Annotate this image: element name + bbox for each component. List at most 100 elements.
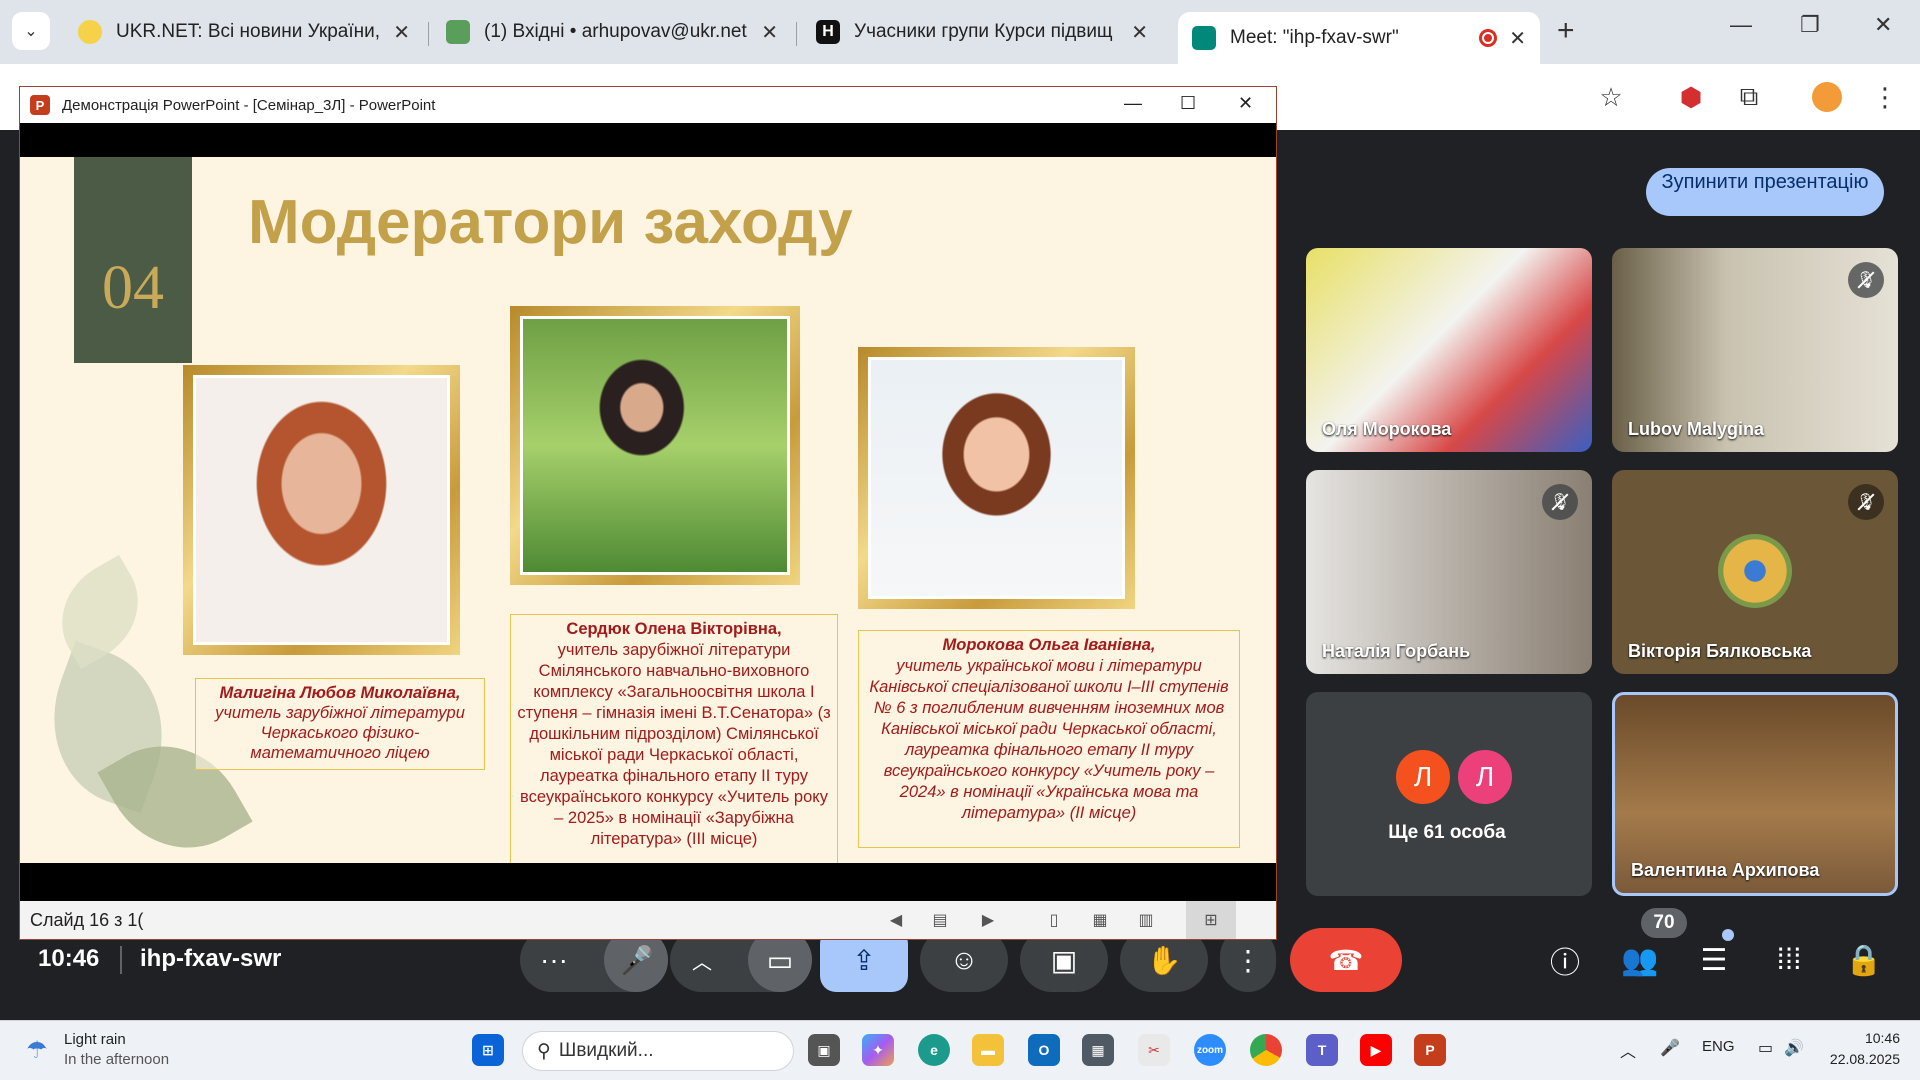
host-controls-icon[interactable]: 🔒 (1844, 940, 1884, 980)
meet-favicon-icon (1192, 26, 1216, 50)
taskbar-date[interactable]: 22.08.2025 (1818, 1051, 1900, 1067)
bookmark-star-icon[interactable]: ☆ (1596, 82, 1626, 112)
more-vert-icon: ⋮ (1234, 944, 1262, 976)
ukrnet-favicon-icon (78, 20, 102, 44)
extensions-puzzle-icon[interactable]: ⧉ (1734, 81, 1764, 112)
copilot-icon[interactable]: ✦ (862, 1034, 894, 1066)
tab-title: Учасники групи Курси підвищ (854, 21, 1113, 42)
camera-icon: ▭ (766, 944, 794, 976)
browser-menu-icon[interactable]: ⋮ (1870, 82, 1900, 112)
slideshow-view-icon[interactable]: ⊞ (1186, 901, 1236, 939)
avatar: Л (1456, 748, 1514, 806)
maximize-button[interactable]: ☐ (1180, 93, 1196, 114)
participant-name: Наталія Горбань (1322, 641, 1471, 661)
normal-view-icon[interactable]: ▯ (1044, 911, 1064, 929)
participant-name: Валентина Архипова (1631, 860, 1820, 880)
more-participants-avatars: Л Л (1394, 748, 1518, 806)
activities-icon[interactable]: ⁞⁞⁞ (1769, 940, 1809, 980)
window-title: Демонстрація PowerPoint - [Семінар_3Л] -… (62, 96, 436, 114)
calculator-icon[interactable]: ▦ (1082, 1034, 1114, 1066)
tab-title: UKR.NET: Всі новини України, с (116, 21, 382, 42)
moderator-photo-frame (183, 365, 460, 655)
close-tab-icon[interactable]: ✕ (761, 20, 778, 45)
video-options-chevron-icon[interactable]: ︿ (692, 946, 712, 975)
divider (120, 946, 122, 974)
search-placeholder: Швидкий... (558, 1040, 654, 1061)
participant-tile[interactable]: 🎙 Наталія Горбань (1306, 470, 1592, 674)
show-hidden-icons-chevron-icon[interactable]: ︿ (1620, 1038, 1636, 1062)
file-explorer-icon[interactable]: ▬ (972, 1034, 1004, 1066)
tab-title: Meet: "ihp-fxav-swr" (1230, 27, 1399, 48)
tab-search-button[interactable]: ⌄ (12, 12, 50, 50)
microphone-tray-icon[interactable]: 🎤 (1660, 1038, 1680, 1058)
meeting-info-icon[interactable]: ⓘ (1545, 940, 1585, 980)
meeting-code: ihp-fxav-swr (140, 945, 282, 972)
tab-meet[interactable]: Meet: "ihp-fxav-swr" ✕ (1178, 12, 1540, 64)
participant-tile-active[interactable]: Валентина Архипова (1612, 692, 1898, 896)
task-view-icon[interactable]: ▣ (808, 1034, 840, 1066)
slide-list-icon[interactable]: ▤ (930, 911, 950, 929)
edge-browser-icon[interactable]: e (918, 1034, 950, 1066)
close-tab-icon[interactable]: ✕ (393, 20, 410, 45)
close-tab-icon[interactable]: ✕ (1509, 26, 1526, 51)
profile-avatar[interactable] (1812, 82, 1842, 112)
powerpoint-statusbar: Слайд 16 з 1( (20, 901, 1276, 939)
tab-group-members[interactable]: H Учасники групи Курси підвищ ✕ (802, 10, 1162, 54)
moderator-photo (868, 357, 1125, 599)
reading-view-icon[interactable]: ▥ (1136, 911, 1156, 929)
avatar (1718, 534, 1792, 608)
chevron-down-icon: ⌄ (24, 23, 38, 40)
present-screen-icon: ⇪ (852, 944, 876, 976)
weather-condition[interactable]: Light rain (64, 1031, 126, 1048)
minimize-button[interactable]: — (1124, 93, 1142, 114)
more-audio-options-icon[interactable]: ··· (540, 944, 568, 976)
stop-presenting-button[interactable]: Зупинити презентацію (1646, 168, 1884, 216)
previous-slide-icon[interactable]: ◀ (886, 911, 906, 929)
more-participants-label: Ще 61 особа (1388, 822, 1506, 843)
leave-call-button[interactable]: ☎ (1290, 928, 1402, 992)
youtube-icon[interactable]: ▶ (1360, 1034, 1392, 1066)
participant-tile[interactable]: 🎙 Lubov Malygina (1612, 248, 1898, 452)
tab-ukrnet[interactable]: UKR.NET: Всі новини України, с ✕ (64, 10, 424, 54)
minimize-button[interactable]: — (1730, 12, 1752, 38)
network-icon[interactable]: ▭ (1758, 1038, 1773, 1058)
close-tab-icon[interactable]: ✕ (1131, 20, 1148, 45)
mail-favicon-icon (446, 20, 470, 44)
powerpoint-taskbar-icon[interactable]: P (1414, 1034, 1446, 1066)
snipping-tool-icon[interactable]: ✂ (1138, 1034, 1170, 1066)
rain-cloud-icon[interactable]: ☂ (26, 1036, 48, 1065)
teams-icon[interactable]: T (1306, 1034, 1338, 1066)
hand-icon: ✋ (1146, 944, 1182, 976)
participant-name: Lubov Malygina (1628, 419, 1765, 439)
close-window-button[interactable]: ✕ (1238, 93, 1253, 114)
windows-start-icon[interactable]: ⊞ (472, 1034, 504, 1066)
participant-tile[interactable]: Оля Морокова (1306, 248, 1592, 452)
taskbar-clock[interactable]: 10:46 (1842, 1030, 1900, 1046)
mic-off-icon: 🎙 (1848, 262, 1884, 298)
taskbar-search-box[interactable]: ⚲ Швидкий... (522, 1031, 794, 1071)
restore-button[interactable]: ❐ (1800, 12, 1820, 38)
slide-sorter-icon[interactable]: ▦ (1090, 911, 1110, 929)
chrome-icon[interactable] (1250, 1034, 1282, 1066)
section-number: 04 (102, 254, 164, 322)
section-number-box: 04 (74, 157, 192, 363)
moderator-description: учитель зарубіжної літератури Черкаськог… (215, 704, 465, 762)
participant-tile[interactable]: 🎙 Вікторія Бялковська (1612, 470, 1898, 674)
volume-icon[interactable]: 🔊 (1784, 1038, 1804, 1058)
next-slide-icon[interactable]: ▶ (978, 911, 998, 929)
moderator-photo-frame (858, 347, 1135, 609)
participant-name: Вікторія Бялковська (1628, 641, 1812, 661)
people-icon[interactable]: 👥 (1620, 940, 1660, 980)
outlook-icon[interactable]: O (1028, 1034, 1060, 1066)
adblock-extension-icon[interactable]: ⬢ (1676, 82, 1706, 112)
weather-forecast[interactable]: In the afternoon (64, 1051, 169, 1068)
new-tab-button[interactable]: + (1557, 14, 1575, 48)
close-window-button[interactable]: ✕ (1874, 12, 1892, 38)
zoom-icon[interactable]: zoom (1194, 1034, 1226, 1066)
tab-divider (428, 22, 429, 46)
slideshow-area[interactable]: 04 Модератори заходу Малигіна Любов Мико… (20, 123, 1276, 901)
slide: 04 Модератори заходу Малигіна Любов Мико… (20, 157, 1276, 863)
chat-icon[interactable]: ☰ (1694, 940, 1734, 980)
tab-mail[interactable]: (1) Вхідні • arhupovav@ukr.net ✕ (432, 10, 792, 54)
language-indicator[interactable]: ENG (1702, 1038, 1735, 1055)
